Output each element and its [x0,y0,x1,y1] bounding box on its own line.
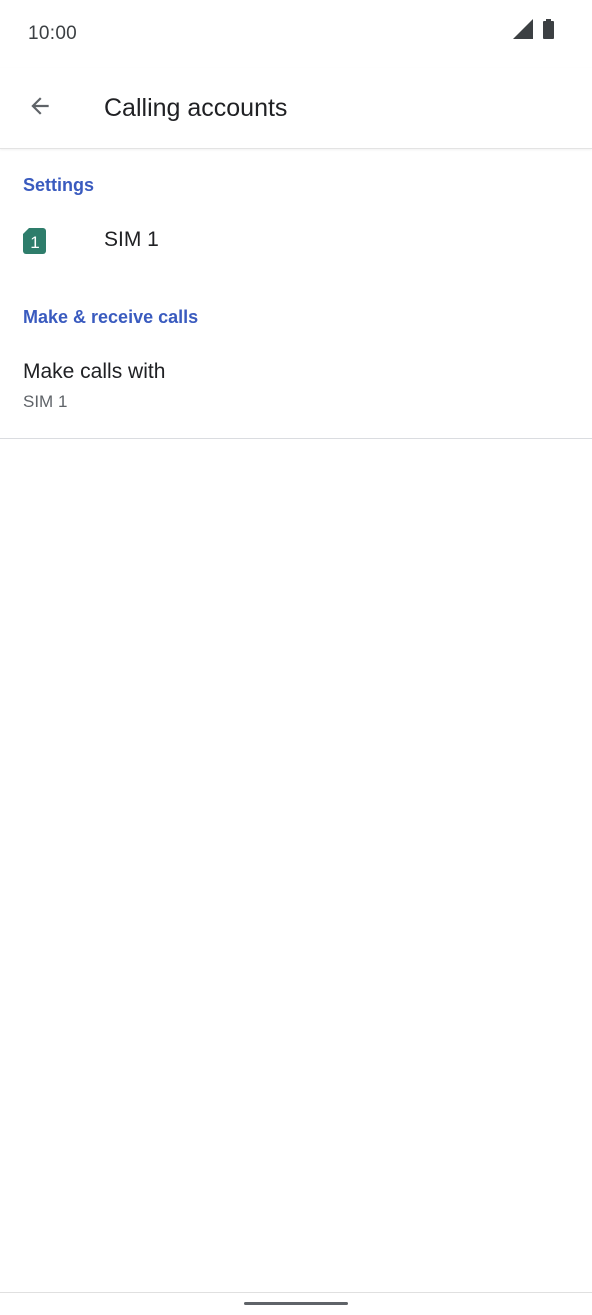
status-time: 10:00 [28,23,78,44]
section-header-make-receive-calls: Make & receive calls [23,307,199,327]
sim-card-icon: 1 [23,228,46,254]
status-bar: 10:00 [0,0,592,68]
sim-item-label: SIM 1 [104,228,159,251]
calling-accounts-screen: 10:00 Calling accounts Settings 1 SIM 1 … [0,0,592,1315]
sim-1-item[interactable]: 1 SIM 1 [0,212,592,270]
signal-icon [513,19,533,44]
page-title: Calling accounts [104,94,288,122]
arrow-back-icon [27,93,53,124]
list-divider [0,438,592,439]
nav-bar-divider [0,1292,592,1293]
app-bar: Calling accounts [0,68,592,149]
make-calls-with-item[interactable]: Make calls with SIM 1 [0,352,592,438]
make-calls-with-title: Make calls with [23,360,166,383]
make-calls-with-summary: SIM 1 [23,392,68,411]
status-icons [513,19,554,44]
gesture-nav-handle[interactable] [244,1302,348,1305]
back-button[interactable] [16,84,64,132]
section-header-settings: Settings [23,175,95,195]
sim-card-number: 1 [30,233,39,252]
battery-icon [543,19,554,44]
